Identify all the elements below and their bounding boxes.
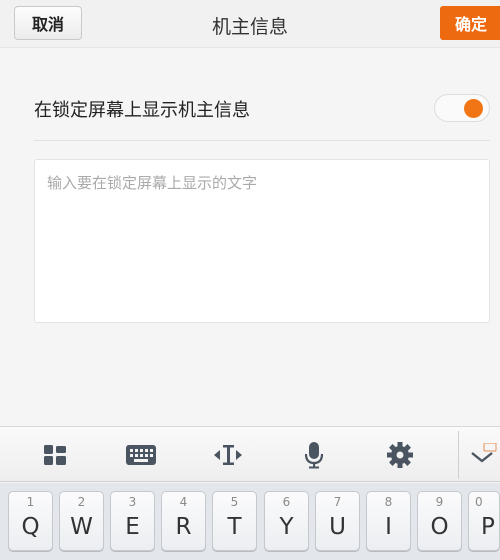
key-letter: U — [329, 514, 346, 540]
microphone-icon[interactable] — [294, 437, 334, 473]
gear-icon[interactable] — [380, 437, 420, 473]
key-letter: Q — [21, 514, 40, 540]
key-y[interactable]: 6 Y — [264, 491, 309, 551]
key-p[interactable]: 0 P — [468, 491, 500, 551]
key-number: 2 — [77, 495, 86, 509]
toggle-knob — [464, 99, 483, 118]
key-letter: I — [385, 514, 392, 540]
chevron-down-icon[interactable] — [470, 437, 500, 473]
owner-info-input[interactable] — [34, 159, 490, 323]
key-r[interactable]: 4 R — [161, 491, 206, 551]
grid-icon[interactable] — [35, 437, 75, 473]
title-bar: 取消 机主信息 确定 — [0, 0, 500, 48]
key-letter: Y — [279, 514, 294, 540]
key-number: 3 — [128, 495, 137, 509]
toolbar-separator — [458, 431, 459, 479]
key-w[interactable]: 2 W — [59, 491, 104, 551]
key-t[interactable]: 5 T — [212, 491, 257, 551]
key-letter: W — [70, 514, 93, 540]
keyboard-icon[interactable] — [121, 437, 161, 473]
key-letter: P — [481, 514, 495, 540]
keyboard-toolbar — [0, 426, 500, 482]
show-owner-info-toggle[interactable] — [434, 94, 490, 122]
key-number: 7 — [333, 495, 342, 509]
keyboard: 1 Q 2 W 3 E 4 R 5 T 6 Y 7 U 8 I 9 O 0 P — [0, 483, 500, 560]
owner-info-screen: 取消 机主信息 确定 在锁定屏幕上显示机主信息 输入要在锁定屏幕上显示的文字 1… — [0, 0, 500, 560]
show-owner-info-label: 在锁定屏幕上显示机主信息 — [34, 100, 250, 121]
cursor-icon[interactable] — [208, 437, 248, 473]
key-number: 6 — [282, 495, 291, 509]
key-o[interactable]: 9 O — [417, 491, 462, 551]
key-number: 0 — [475, 495, 483, 509]
show-owner-info-row[interactable]: 在锁定屏幕上显示机主信息 — [34, 84, 490, 130]
key-e[interactable]: 3 E — [110, 491, 155, 551]
key-letter: T — [227, 514, 242, 540]
key-number: 9 — [435, 495, 444, 509]
key-letter: R — [175, 514, 192, 540]
key-number: 1 — [26, 495, 35, 509]
key-number: 5 — [230, 495, 239, 509]
key-number: 4 — [179, 495, 188, 509]
key-i[interactable]: 8 I — [366, 491, 411, 551]
confirm-button[interactable]: 确定 — [440, 6, 500, 40]
page-title: 机主信息 — [211, 16, 288, 38]
key-letter: O — [430, 514, 449, 540]
divider — [34, 140, 490, 141]
key-q[interactable]: 1 Q — [8, 491, 53, 551]
key-letter: E — [125, 514, 140, 540]
key-u[interactable]: 7 U — [315, 491, 360, 551]
key-number: 8 — [384, 495, 393, 509]
